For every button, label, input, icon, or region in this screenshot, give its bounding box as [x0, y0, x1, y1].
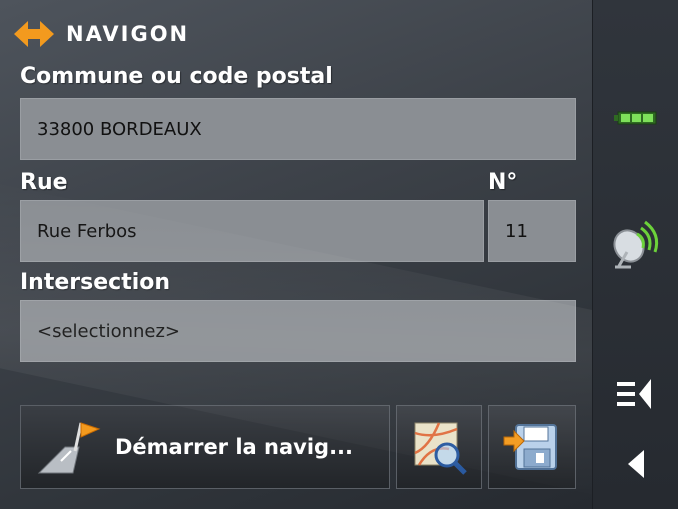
route-flag-icon	[37, 422, 101, 474]
main-panel: NAVIGON Commune ou code postal 33800 BOR…	[0, 0, 592, 509]
start-navigation-button[interactable]: Démarrer la navig...	[20, 405, 390, 489]
intersection-label: Intersection	[20, 270, 171, 295]
battery-icon	[611, 106, 661, 130]
rue-field[interactable]: Rue Ferbos	[20, 200, 484, 262]
navigon-logo-icon	[14, 21, 54, 47]
show-map-button[interactable]	[396, 405, 482, 489]
save-floppy-icon	[503, 424, 557, 470]
navigon-logo: NAVIGON	[14, 14, 189, 54]
commune-label: Commune ou code postal	[20, 64, 333, 89]
save-destination-button[interactable]	[488, 405, 576, 489]
side-bar	[592, 0, 678, 509]
menu-list-icon[interactable]	[611, 374, 661, 414]
intersection-field[interactable]: <selectionnez>	[20, 300, 576, 362]
rue-label: Rue	[20, 170, 68, 195]
commune-field[interactable]: 33800 BORDEAUX	[20, 98, 576, 160]
brand-name: NAVIGON	[66, 22, 190, 46]
back-arrow-icon[interactable]	[619, 444, 653, 484]
numero-field[interactable]: 11	[488, 200, 576, 262]
map-search-icon	[414, 422, 467, 475]
start-navigation-label: Démarrer la navig...	[115, 435, 354, 459]
numero-label: N°	[488, 170, 518, 195]
gps-satellite-icon[interactable]	[607, 216, 665, 272]
